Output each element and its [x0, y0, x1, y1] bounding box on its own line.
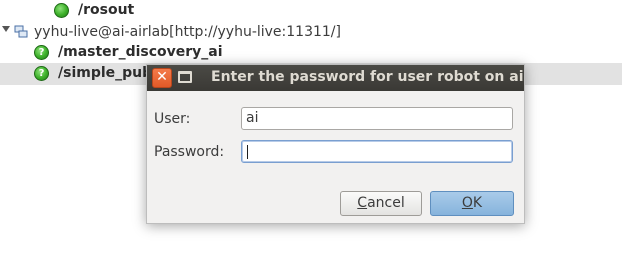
password-field[interactable] — [241, 140, 513, 163]
green-status-icon — [54, 3, 69, 18]
warning-status-icon: ? — [34, 66, 49, 81]
node-label: /rosout — [78, 2, 135, 18]
warning-status-icon: ? — [34, 45, 49, 60]
cancel-label: ancel — [367, 195, 405, 211]
user-label: User: — [154, 111, 191, 127]
password-dialog: ✕ Enter the password for user robot on a… — [146, 64, 525, 224]
tree-row-host[interactable]: yyhu-live@ai-airlab[http://yyhu-live:113… — [0, 22, 622, 44]
dialog-title: Enter the password for user robot on ai-… — [211, 69, 524, 85]
ok-button[interactable]: OK — [430, 191, 514, 216]
expander-arrow-icon[interactable] — [2, 26, 10, 32]
node-label: /simple_pub — [58, 65, 153, 81]
maximize-icon[interactable] — [178, 71, 192, 83]
close-button[interactable]: ✕ — [152, 68, 172, 88]
tree-row-master-discovery[interactable]: ? /master_discovery_ai — [0, 42, 622, 64]
password-label: Password: — [154, 144, 225, 160]
ok-label: K — [472, 195, 483, 211]
text-caret — [247, 145, 248, 159]
tree-row-rosout[interactable]: /rosout — [0, 0, 622, 22]
close-icon: ✕ — [156, 69, 168, 85]
host-label: yyhu-live@ai-airlab[http://yyhu-live:113… — [34, 24, 341, 40]
cancel-button[interactable]: Cancel — [340, 191, 422, 216]
ok-mnemonic: O — [461, 195, 473, 211]
dialog-titlebar[interactable]: ✕ Enter the password for user robot on a… — [147, 65, 524, 91]
node-label: /master_discovery_ai — [58, 44, 223, 60]
host-icon — [14, 25, 28, 38]
user-field[interactable]: ai — [241, 107, 513, 130]
cancel-mnemonic: C — [357, 195, 368, 211]
